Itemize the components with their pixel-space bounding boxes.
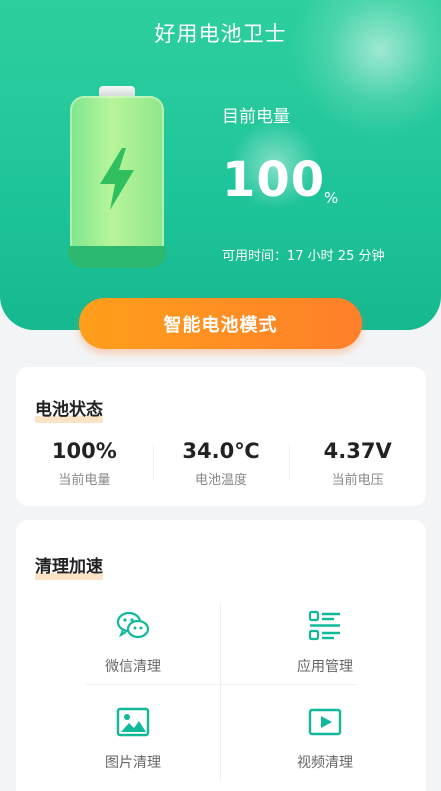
battery-status-title: 电池状态 <box>35 395 103 423</box>
wechat-icon <box>116 611 150 639</box>
app-manage-tile[interactable]: 应用管理 <box>250 608 400 688</box>
tile-label: 图片清理 <box>105 755 161 771</box>
stat-value: 34.0℃ <box>182 439 260 463</box>
stat-value: 4.37V <box>323 439 392 463</box>
tile-label: 应用管理 <box>297 659 353 675</box>
stat-label: 当前电压 <box>331 473 384 488</box>
available-time: 可用时间：17 小时 25 分钟 <box>222 249 385 264</box>
stat-voltage: 4.37V 当前电压 <box>289 439 426 489</box>
stat-temperature: 34.0℃ 电池温度 <box>152 439 290 489</box>
battery-stats: 100% 当前电量 34.0℃ 电池温度 4.37V 当前电压 <box>16 439 426 489</box>
current-charge-unit: % <box>324 189 339 207</box>
cleanup-title: 清理加速 <box>35 552 103 580</box>
battery-guard-screen: 好用电池卫士 目前电量 100 % 可用时间：17 小时 25 分钟 智能电池模… <box>0 0 441 791</box>
tile-label: 微信清理 <box>105 659 161 675</box>
stat-label: 当前电量 <box>58 473 111 488</box>
app-title: 好用电池卫士 <box>154 22 287 46</box>
smart-battery-mode-button[interactable]: 智能电池模式 <box>79 298 362 349</box>
image-icon <box>116 707 150 737</box>
battery-status-card: 电池状态 100% 当前电量 34.0℃ 电池温度 4.37V 当前电压 <box>16 367 426 506</box>
battery-icon <box>68 86 166 276</box>
stat-label: 电池温度 <box>195 473 248 488</box>
cleanup-card: 清理加速 微信清理 应用管理 图片清理 视频清理 <box>16 520 426 791</box>
current-charge-value: 100 <box>222 152 326 208</box>
header-panel: 好用电池卫士 目前电量 100 % 可用时间：17 小时 25 分钟 <box>0 0 441 330</box>
stat-charge: 100% 当前电量 <box>16 439 153 489</box>
video-clean-tile[interactable]: 视频清理 <box>250 704 400 784</box>
current-charge-label: 目前电量 <box>222 107 290 127</box>
wechat-clean-tile[interactable]: 微信清理 <box>58 608 208 688</box>
lightning-bolt-icon <box>100 148 134 210</box>
tile-label: 视频清理 <box>297 755 353 771</box>
stat-value: 100% <box>51 439 117 463</box>
video-icon <box>308 708 342 736</box>
app-list-icon <box>308 610 340 641</box>
image-clean-tile[interactable]: 图片清理 <box>58 704 208 784</box>
cleanup-grid: 微信清理 应用管理 图片清理 视频清理 <box>16 594 426 790</box>
